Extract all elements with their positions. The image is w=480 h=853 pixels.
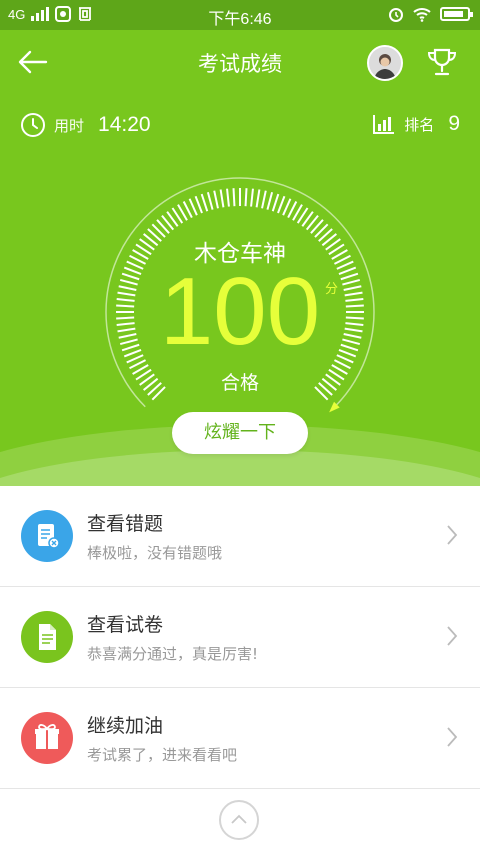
gauge-tick bbox=[200, 193, 209, 212]
list-item-exam-paper[interactable]: 查看试卷 恭喜满分通过，真是厉害! bbox=[0, 587, 480, 688]
item-subtitle: 考试累了，进来看看吧 bbox=[87, 746, 238, 764]
alarm-icon bbox=[389, 8, 403, 22]
rank-label: 排名 bbox=[404, 115, 435, 134]
score-panel: 考试成绩 用时 14:20 排名 9 木仓车神 100 分 合格 炫耀一下 bbox=[0, 30, 480, 486]
exam-paper-icon bbox=[21, 611, 73, 663]
score-unit: 分 bbox=[325, 282, 339, 297]
chevron-right-icon bbox=[447, 626, 458, 646]
score-value: 100 bbox=[159, 258, 321, 365]
item-subtitle: 恭喜满分通过，真是厉害! bbox=[87, 645, 259, 663]
status-bar-right bbox=[388, 6, 473, 22]
scroll-up-button[interactable] bbox=[219, 800, 259, 840]
gauge-tick bbox=[188, 198, 198, 216]
gauge-tick bbox=[206, 191, 214, 210]
avatar[interactable] bbox=[367, 45, 403, 81]
trophy-icon[interactable] bbox=[424, 44, 460, 80]
item-title: 查看试卷 bbox=[87, 614, 164, 636]
rank-value: 9 bbox=[448, 112, 460, 135]
page-title: 考试成绩 bbox=[198, 52, 282, 76]
chevron-right-icon bbox=[447, 727, 458, 747]
gift-icon bbox=[21, 712, 73, 764]
ranking: 排名 9 bbox=[372, 112, 460, 136]
clock-icon bbox=[21, 113, 45, 137]
elapsed-time: 用时 14:20 bbox=[20, 112, 151, 138]
list-item-keep-going[interactable]: 继续加油 考试累了，进来看看吧 bbox=[0, 688, 480, 789]
gauge-tick bbox=[219, 189, 225, 208]
show-off-button[interactable]: 炫耀一下 bbox=[172, 412, 308, 454]
gauge-tick bbox=[194, 195, 203, 214]
item-subtitle: 棒极啦，没有错题哦 bbox=[87, 544, 223, 562]
battery-level bbox=[444, 11, 463, 17]
gauge-tick bbox=[232, 188, 236, 207]
status-bar: 4G 下午6:46 bbox=[0, 0, 480, 30]
item-title: 继续加油 bbox=[87, 715, 164, 737]
bar-chart-icon bbox=[373, 115, 395, 134]
chevron-up-icon bbox=[231, 814, 247, 824]
gauge-tick bbox=[250, 188, 254, 207]
gauge-tick bbox=[271, 193, 280, 212]
time-label: 用时 bbox=[54, 116, 85, 135]
pass-status: 合格 bbox=[220, 372, 259, 394]
wrong-questions-icon bbox=[21, 510, 73, 562]
time-value: 14:20 bbox=[98, 113, 151, 136]
gauge-tick bbox=[277, 195, 286, 214]
gauge-tick bbox=[213, 190, 219, 209]
gauge-tick bbox=[261, 190, 267, 209]
chevron-right-icon bbox=[447, 525, 458, 545]
gauge-tick bbox=[244, 188, 248, 207]
gauge-tick bbox=[226, 188, 230, 207]
gauge-tick bbox=[282, 198, 292, 216]
list-item-wrong-questions[interactable]: 查看错题 棒极啦，没有错题哦 bbox=[0, 486, 480, 587]
wifi-icon bbox=[413, 8, 431, 22]
gauge-tick bbox=[255, 189, 261, 208]
action-list: 查看错题 棒极啦，没有错题哦 查看试卷 恭喜满分通过，真是厉害! 继续加油 考试… bbox=[0, 486, 480, 789]
gauge-tick bbox=[266, 191, 274, 210]
item-title: 查看错题 bbox=[87, 513, 164, 535]
avatar-image bbox=[369, 47, 401, 79]
battery-icon bbox=[440, 7, 473, 21]
